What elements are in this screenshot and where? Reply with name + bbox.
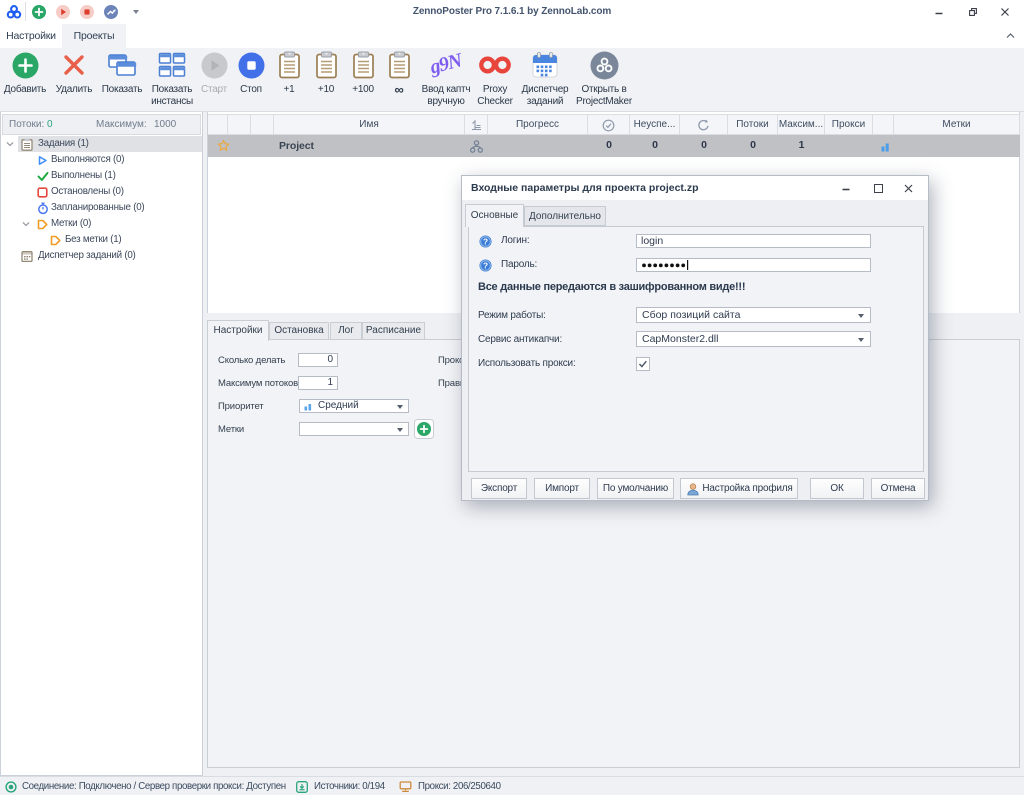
svg-text:g9N: g9N: [427, 50, 466, 79]
svg-text:?: ?: [483, 236, 488, 246]
svg-text:?: ?: [483, 260, 488, 270]
